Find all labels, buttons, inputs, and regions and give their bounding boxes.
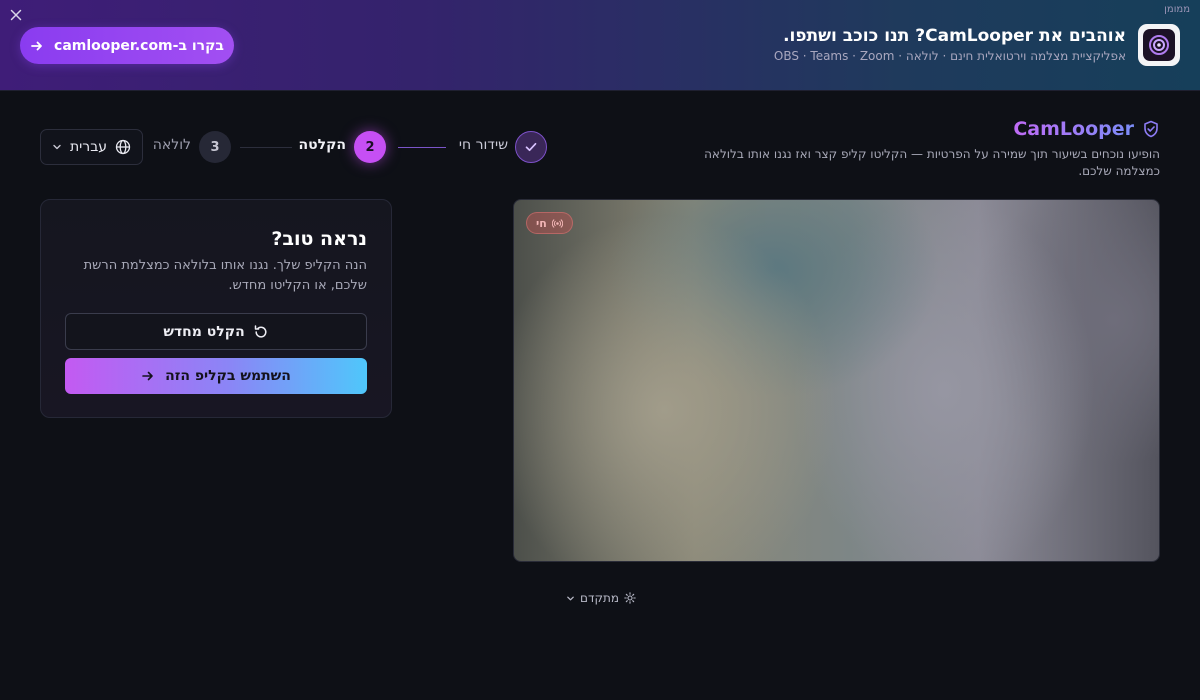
shield-icon: [1144, 120, 1158, 138]
advanced-label: מתקדם: [580, 591, 620, 605]
promo-banner: ממומן אוהבים את CamLooper? תנו כוכב ושתפ…: [0, 0, 1200, 91]
banner-title: אוהבים את CamLooper? תנו כוכב ושתפו.: [783, 26, 1126, 46]
refresh-icon: [254, 324, 267, 338]
camera-preview: חי: [513, 199, 1160, 562]
step-2-circle: 2: [354, 131, 386, 163]
chevron-down-icon: [567, 596, 574, 600]
review-title: נראה טוב?: [271, 228, 367, 250]
step-connector-2: [240, 147, 292, 148]
step-2-label: הקלטה: [298, 137, 346, 153]
brand: CamLooper: [1013, 118, 1160, 140]
brand-name: CamLooper: [1013, 118, 1134, 140]
arrow-right-icon: [31, 41, 42, 50]
step-1-label: שידור חי: [458, 137, 508, 153]
step-3-circle: 3: [199, 131, 231, 163]
close-banner-button[interactable]: [8, 7, 24, 23]
use-clip-label: השתמש בקליפ הזה: [165, 368, 291, 384]
review-card: נראה טוב? הנה הקליפ שלך. נגנו אותו בלולא…: [40, 199, 392, 418]
step-3-number: 3: [210, 139, 220, 155]
sponsored-label: ממומן: [1164, 4, 1190, 15]
arrow-right-icon: [142, 371, 153, 381]
retake-label: הקלט מחדש: [163, 323, 245, 340]
language-label: עברית: [69, 139, 108, 155]
close-icon: [10, 9, 22, 21]
retake-button[interactable]: הקלט מחדש: [65, 313, 367, 350]
step-2-number: 2: [365, 139, 375, 155]
broadcast-icon: [551, 218, 563, 228]
live-badge-label: חי: [536, 216, 547, 230]
visit-site-label: בקרו ב-camlooper.com: [54, 37, 224, 54]
banner-subtitle: אפליקציית מצלמה וירטואלית חינם · לולאה ·…: [773, 49, 1126, 63]
camlooper-logo-icon: [1138, 24, 1180, 66]
step-3-label: לולאה: [152, 137, 191, 153]
use-clip-button[interactable]: השתמש בקליפ הזה: [65, 358, 367, 394]
review-description: הנה הקליפ שלך. נגנו אותו בלולאה כמצלמת ה…: [83, 258, 367, 293]
tagline: הופיעו נוכחים בשיעור תוך שמירה על הפרטיו…: [704, 147, 1160, 178]
chevron-down-icon: [53, 144, 61, 150]
check-icon: [525, 142, 537, 152]
step-connector-1: [398, 147, 446, 148]
advanced-toggle[interactable]: מתקדם: [566, 591, 636, 605]
visit-site-button[interactable]: בקרו ב-camlooper.com: [20, 27, 234, 64]
live-badge: חי: [526, 212, 573, 234]
language-select[interactable]: עברית: [40, 129, 143, 165]
gear-icon: [624, 592, 636, 604]
step-1-circle[interactable]: [515, 131, 547, 163]
globe-icon: [115, 139, 131, 155]
